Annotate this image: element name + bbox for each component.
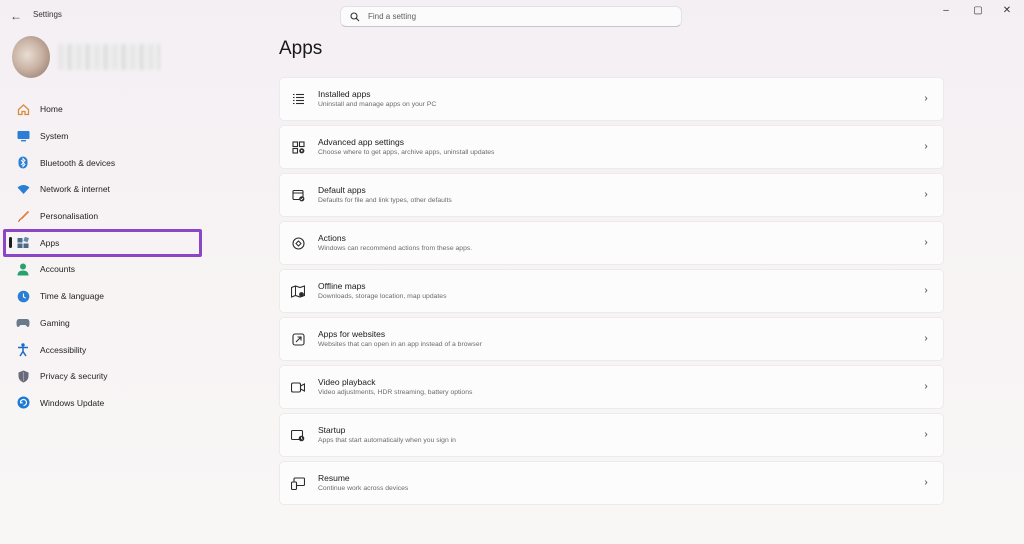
- accounts-icon: [16, 262, 30, 276]
- network-icon: [16, 182, 30, 196]
- accessibility-icon: [16, 342, 30, 357]
- title-bar: ← Settings – ▢ ✕: [0, 0, 1024, 32]
- search-input[interactable]: [368, 12, 668, 21]
- back-arrow-icon: ←: [10, 9, 22, 23]
- card-subtitle: Windows can recommend actions from these…: [318, 244, 473, 252]
- sidebar-item-label: Accounts: [40, 264, 75, 275]
- page-title: Apps: [279, 38, 323, 59]
- search-box[interactable]: [340, 6, 682, 27]
- minimize-button[interactable]: –: [934, 2, 958, 20]
- card-title: Resume: [318, 472, 350, 483]
- chevron-right-icon: ›: [924, 477, 928, 488]
- chevron-right-icon: ›: [924, 141, 928, 152]
- close-button[interactable]: ✕: [995, 2, 1019, 20]
- actions-card[interactable]: Actions Windows can recommend actions fro…: [279, 221, 944, 265]
- card-title: Actions: [318, 232, 346, 243]
- brush-icon: [16, 209, 30, 223]
- chevron-right-icon: ›: [924, 429, 928, 440]
- card-title: Default apps: [318, 184, 366, 195]
- advanced-app-settings-card[interactable]: Advanced app settings Choose where to get…: [279, 125, 944, 169]
- installed-apps-card[interactable]: Installed apps Uninstall and manage apps …: [279, 77, 944, 121]
- card-title: Video playback: [318, 376, 376, 387]
- bluetooth-icon: [16, 156, 30, 170]
- chevron-right-icon: ›: [924, 333, 928, 344]
- sidebar-item-time-language[interactable]: Time & language: [0, 283, 210, 310]
- sidebar-item-label: Time & language: [40, 291, 104, 302]
- resume-icon: [291, 476, 305, 490]
- search-icon: [350, 11, 360, 21]
- sidebar-item-privacy-security[interactable]: Privacy & security: [0, 363, 210, 390]
- maximize-button[interactable]: ▢: [966, 2, 990, 20]
- chevron-right-icon: ›: [924, 285, 928, 296]
- chevron-right-icon: ›: [924, 189, 928, 200]
- card-subtitle: Websites that can open in an app instead…: [318, 340, 482, 348]
- card-subtitle: Uninstall and manage apps on your PC: [318, 100, 437, 108]
- card-title: Apps for websites: [318, 328, 386, 339]
- card-title: Startup: [318, 424, 346, 435]
- sidebar-item-label: Accessibility: [40, 344, 87, 355]
- shield-icon: [16, 369, 30, 383]
- installed-apps-icon: [291, 92, 305, 106]
- sidebar-item-bluetooth[interactable]: Bluetooth & devices: [0, 149, 210, 176]
- card-subtitle: Continue work across devices: [318, 484, 409, 492]
- sidebar-item-label: Personalisation: [40, 211, 99, 222]
- apps-settings-list: Installed apps Uninstall and manage apps …: [279, 77, 944, 509]
- card-title: Installed apps: [318, 88, 371, 99]
- avatar[interactable]: [12, 36, 50, 78]
- startup-icon: [291, 428, 305, 442]
- app-title: Settings: [33, 10, 62, 19]
- gaming-icon: [16, 316, 30, 330]
- sidebar-item-home[interactable]: Home: [0, 96, 210, 123]
- actions-icon: [291, 236, 305, 250]
- card-subtitle: Choose where to get apps, archive apps, …: [318, 148, 495, 156]
- card-subtitle: Video adjustments, HDR streaming, batter…: [318, 388, 473, 396]
- default-apps-icon: [291, 188, 305, 202]
- chevron-right-icon: ›: [924, 237, 928, 248]
- user-name-blurred: [58, 44, 160, 70]
- sidebar-item-label: Gaming: [40, 317, 70, 328]
- chevron-right-icon: ›: [924, 381, 928, 392]
- offline-maps-icon: [291, 284, 305, 298]
- card-subtitle: Downloads, storage location, map updates: [318, 292, 447, 300]
- apps-highlight-outline: [3, 229, 202, 257]
- sidebar-item-label: Privacy & security: [40, 371, 108, 382]
- video-playback-icon: [291, 380, 305, 394]
- startup-card[interactable]: Startup Apps that start automatically whe…: [279, 413, 944, 457]
- apps-for-websites-card[interactable]: Apps for websites Websites that can open …: [279, 317, 944, 361]
- resume-card[interactable]: Resume Continue work across devices ›: [279, 461, 944, 505]
- sidebar-item-label: Bluetooth & devices: [40, 157, 116, 168]
- video-playback-card[interactable]: Video playback Video adjustments, HDR str…: [279, 365, 944, 409]
- sidebar-item-accessibility[interactable]: Accessibility: [0, 336, 210, 363]
- back-button[interactable]: ←: [8, 8, 24, 24]
- sidebar-item-network[interactable]: Network & internet: [0, 176, 210, 203]
- sidebar-item-system[interactable]: System: [0, 123, 210, 150]
- card-subtitle: Apps that start automatically when you s…: [318, 436, 456, 444]
- system-icon: [16, 129, 30, 143]
- sidebar-item-label: Windows Update: [40, 397, 105, 408]
- sidebar-item-gaming[interactable]: Gaming: [0, 310, 210, 337]
- card-subtitle: Defaults for file and link types, other …: [318, 196, 452, 204]
- time-language-icon: [16, 289, 30, 303]
- card-title: Offline maps: [318, 280, 366, 291]
- update-icon: [16, 396, 30, 410]
- offline-maps-card[interactable]: Offline maps Downloads, storage location,…: [279, 269, 944, 313]
- card-title: Advanced app settings: [318, 136, 405, 147]
- advanced-app-settings-icon: [291, 140, 305, 154]
- apps-for-websites-icon: [291, 332, 305, 346]
- sidebar-item-label: Home: [40, 104, 63, 115]
- sidebar-item-label: System: [40, 131, 69, 142]
- sidebar-item-windows-update[interactable]: Windows Update: [0, 390, 210, 417]
- default-apps-card[interactable]: Default apps Defaults for file and link t…: [279, 173, 944, 217]
- sidebar-item-label: Network & internet: [40, 184, 110, 195]
- home-icon: [16, 102, 30, 116]
- chevron-right-icon: ›: [924, 93, 928, 104]
- sidebar-item-accounts[interactable]: Accounts: [0, 256, 210, 283]
- sidebar-item-personalisation[interactable]: Personalisation: [0, 203, 210, 230]
